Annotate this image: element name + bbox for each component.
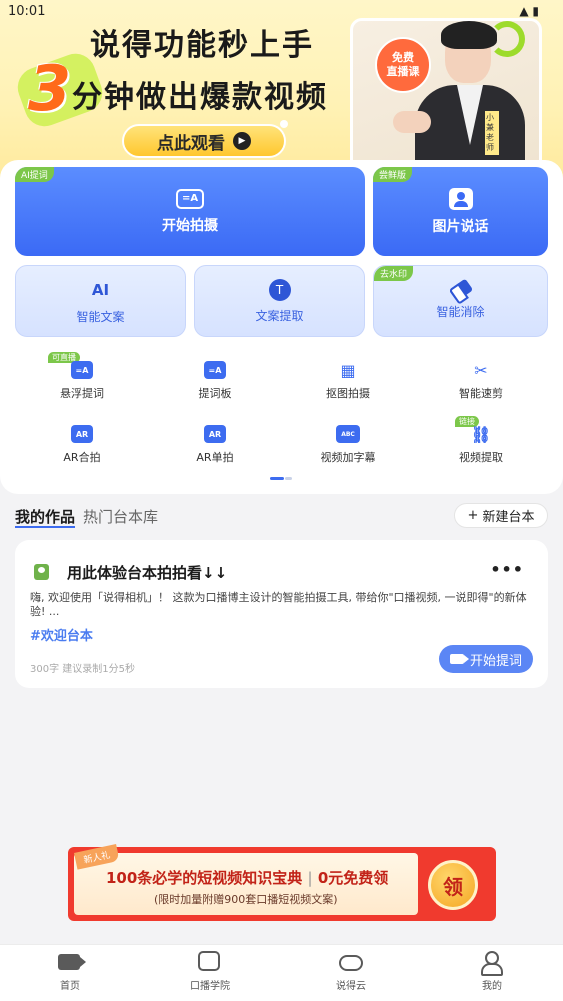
preview-version-tag: 尝鲜版 [373,167,413,182]
camera-icon [449,654,469,664]
academy-icon [198,951,220,971]
nav-home[interactable]: 首页 [30,951,110,992]
subtitles-icon: ABC [336,425,360,443]
video-icon [58,954,86,970]
tab-my-works[interactable]: 我的作品 [15,506,75,527]
prompter-board-icon: =A [204,361,226,379]
script-title: 用此体验台本拍拍看↓↓ [67,564,228,582]
tool-label: 抠图拍摄 [326,387,370,400]
start-prompting-label: 开始提词 [469,653,522,669]
nav-cloud[interactable]: 说得云 [311,951,391,992]
play-icon: ▶ [233,132,251,150]
claim-button[interactable]: 领 [428,860,478,910]
tool-label: AR单拍 [196,451,234,464]
watch-now-button[interactable]: 点此观看 ▶ [122,124,286,158]
script-card[interactable]: 用此体验台本拍拍看↓↓ ••• 嗨, 欢迎使用「说得相机」！ 这款为口播博主设计… [15,540,548,688]
status-time: 10:01 [8,4,46,19]
more-options-icon[interactable]: ••• [490,560,524,579]
new-script-label: 新建台本 [482,510,535,525]
nav-label: 首页 [60,981,80,992]
prompter-icon: =A [176,188,204,209]
tool-smart-cut[interactable]: ✂ 智能速剪 [421,352,541,410]
nav-profile[interactable]: 我的 [452,951,532,992]
script-preview: 嗨, 欢迎使用「说得相机」！ 这款为口播博主设计的智能拍摄工具, 带给你"口播视… [30,591,527,618]
ai-prompt-tag: AI提词 [15,167,54,182]
script-hashtag: #欢迎台本 [30,629,93,644]
tool-video-subtitles[interactable]: ABC 视频加字幕 [288,416,408,474]
watch-now-label: 点此观看 [157,133,225,154]
text-extract-icon: T [268,278,291,301]
tool-label: 视频提取 [459,451,503,464]
start-shoot-label: 开始拍摄 [162,217,218,234]
start-prompting-button[interactable]: 开始提词 [439,645,533,673]
promo-subtext: (限时加量附赠900套口播短视频文案) [154,893,338,906]
photo-talk-label: 图片说话 [432,218,489,235]
tool-prompter-board[interactable]: =A 提词板 [155,352,275,410]
decorative-dot [280,120,288,128]
extract-copy-button[interactable]: T 文案提取 [194,265,365,337]
extract-copy-label: 文案提取 [255,308,304,323]
nav-label: 说得云 [336,981,366,992]
tool-label: AR合拍 [63,451,101,464]
plus-icon: + [467,508,479,523]
photo-talk-button[interactable]: 尝鲜版 图片说话 [373,167,548,256]
tool-ar-duet[interactable]: AR AR合拍 [22,416,142,474]
free-live-badge: 免费 直播课 [375,37,431,93]
profile-icon [480,951,503,976]
new-script-button[interactable]: + 新建台本 [454,503,548,528]
smart-copy-button[interactable]: AI 智能文案 [15,265,186,337]
teacher-hand [393,111,431,133]
tool-floating-prompter[interactable]: 可直播 =A 悬浮提词 [22,352,142,410]
scissors-icon: ✂ [474,360,488,380]
decorative-ring [489,21,525,57]
smart-copy-label: 智能文案 [76,309,125,324]
ai-copy-icon: AI [91,280,110,299]
eraser-icon [448,278,473,301]
bottom-nav: 首页 口播学院 说得云 我的 [0,944,563,1001]
newcomer-ribbon: 新人礼 [74,844,120,870]
tool-video-extract[interactable]: 链接 ⛓ 视频提取 [421,416,541,474]
status-icons: ▲ ▮ [519,4,539,18]
banner-number: 3 [28,52,72,125]
tab-hot-scripts[interactable]: 热门台本库 [83,506,158,527]
script-doc-icon [34,564,49,580]
promo-headline: 100条必学的短视频知识宝典 | 0元免费领 [106,869,389,887]
ar-solo-icon: AR [204,425,226,443]
page-indicator [270,477,292,480]
tool-label: 提词板 [198,387,232,400]
script-meta: 300字 建议录制1分5秒 [30,664,135,675]
banner-headline: 说得功能秒上手 [90,28,314,63]
nav-label: 我的 [482,981,502,992]
tab-indicator [15,526,75,528]
remove-watermark-tag: 去水印 [374,266,414,281]
nav-academy[interactable]: 口播学院 [170,951,250,992]
photo-person-icon [448,187,473,210]
tool-label: 智能速剪 [459,387,503,400]
smart-erase-label: 智能消除 [436,304,485,319]
floating-prompter-icon: =A [71,361,93,379]
teacher-name-tag: 小兼老师 [485,111,499,155]
cutout-icon: ▦ [340,360,356,380]
cloud-icon [339,955,363,971]
ar-duet-icon: AR [71,425,93,443]
tool-label: 视频加字幕 [320,451,376,464]
tool-ar-solo[interactable]: AR AR单拍 [155,416,275,474]
start-shoot-button[interactable]: AI提词 =A 开始拍摄 [15,167,365,256]
tool-cutout-shoot[interactable]: ▦ 抠图拍摄 [288,352,408,410]
banner-subheadline: 分钟做出爆款视频 [72,80,328,115]
gift-promo-banner[interactable]: 新人礼 100条必学的短视频知识宝典 | 0元免费领 (限时加量附赠900套口播… [68,844,496,921]
tool-label: 悬浮提词 [60,387,104,400]
link-icon: ⛓ [470,424,492,444]
smart-erase-button[interactable]: 去水印 智能消除 [373,265,548,337]
nav-label: 口播学院 [190,981,230,992]
